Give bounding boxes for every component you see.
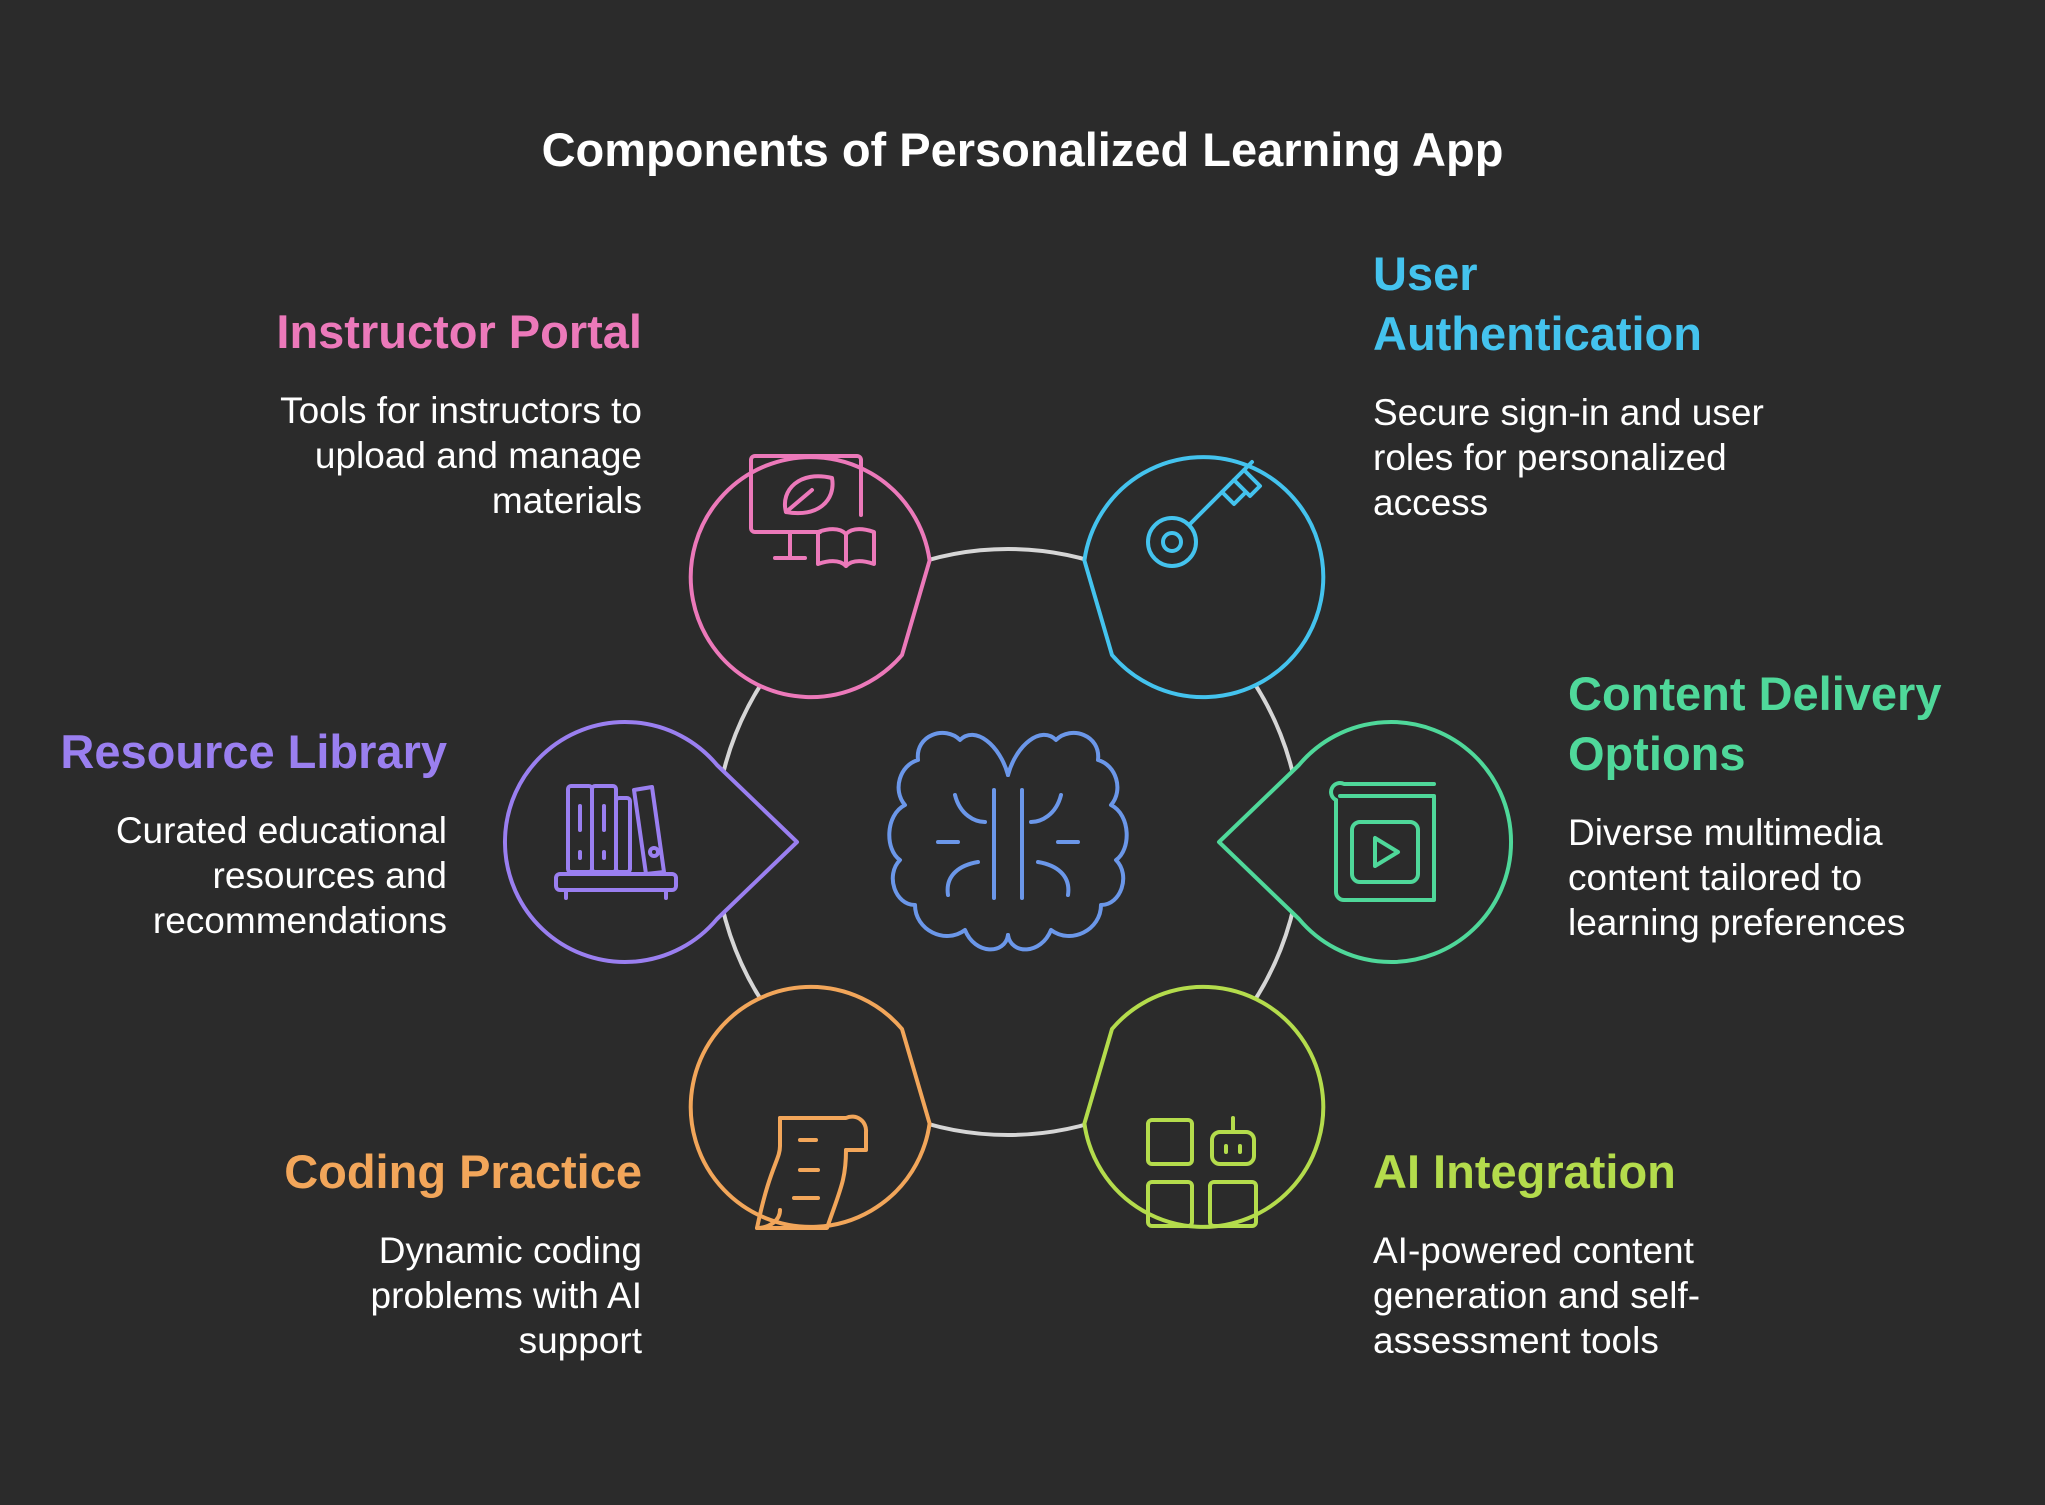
user-authentication-block: User Authentication Secure sign-in and u… [1373, 244, 1873, 525]
instructor-portal-pin [688, 454, 932, 700]
coding-practice-pin [688, 984, 932, 1230]
content-delivery-title: Content Delivery Options [1568, 667, 1942, 780]
user-authentication-title: User Authentication [1373, 247, 1702, 360]
user-authentication-description: Secure sign-in and user roles for person… [1373, 392, 1764, 523]
ai-integration-description: AI-powered content generation and self-a… [1373, 1230, 1701, 1361]
coding-practice-description: Dynamic coding problems with AI support [370, 1230, 642, 1361]
brain-icon [887, 730, 1129, 952]
coding-practice-title: Coding Practice [284, 1145, 642, 1198]
instructor-portal-title: Instructor Portal [276, 305, 642, 358]
instructor-portal-description: Tools for instructors to upload and mana… [280, 390, 642, 521]
coding-practice-block: Coding Practice Dynamic coding problems … [142, 1142, 642, 1363]
ai-integration-title: AI Integration [1373, 1145, 1676, 1198]
content-delivery-block: Content Delivery Options Diverse multime… [1568, 664, 2045, 945]
user-authentication-pin [1082, 455, 1326, 700]
content-delivery-pin [1217, 720, 1513, 964]
resource-library-title: Resource Library [60, 725, 447, 778]
resource-library-pin [503, 720, 799, 964]
instructor-portal-block: Instructor Portal Tools for instructors … [142, 302, 642, 523]
content-delivery-description: Diverse multimedia content tailored to l… [1568, 812, 1906, 943]
resource-library-description: Curated educational resources and recomm… [115, 810, 447, 941]
ai-integration-pin [1082, 984, 1326, 1229]
ai-integration-block: AI Integration AI-powered content genera… [1373, 1142, 1873, 1363]
resource-library-block: Resource Library Curated educational res… [0, 722, 447, 943]
page-title: Components of Personalized Learning App [541, 123, 1504, 176]
